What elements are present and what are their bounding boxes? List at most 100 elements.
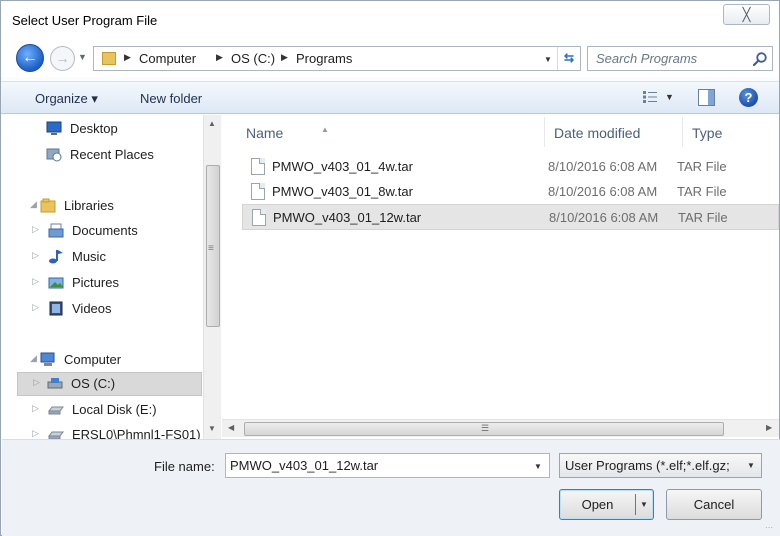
expand-triangle-icon[interactable]: ▷: [32, 403, 39, 414]
documents-icon: [48, 223, 64, 238]
chevron-right-icon[interactable]: ▶: [281, 52, 288, 63]
file-icon: [251, 158, 265, 175]
file-list-hscrollbar[interactable]: ◀ ☰ ▶: [222, 419, 779, 437]
breadcrumb-os-c[interactable]: OS (C:): [231, 51, 275, 66]
file-name-dropdown-icon[interactable]: ▼: [534, 462, 542, 471]
organize-menu[interactable]: Organize ▾: [35, 91, 98, 107]
open-dropdown-icon[interactable]: ▼: [640, 490, 648, 519]
open-button[interactable]: Open ▼: [559, 489, 654, 520]
scroll-grip-icon: ☰: [481, 423, 490, 433]
file-type-select[interactable]: User Programs (*.elf;*.elf.gz; ▼: [559, 453, 762, 478]
view-dropdown-icon[interactable]: ▼: [665, 92, 674, 102]
expand-triangle-icon[interactable]: ▷: [33, 377, 40, 388]
title-bar: Select User Program File ╳: [1, 1, 779, 39]
search-input[interactable]: [588, 47, 746, 70]
dialog-footer: File name: ▼ User Programs (*.elf;*.elf.…: [2, 439, 780, 536]
nav-item-label: Pictures: [72, 275, 119, 290]
libraries-icon: [40, 198, 56, 213]
command-bar: Organize ▾ New folder ▼ ?: [1, 81, 779, 114]
column-header-name[interactable]: Name ▲: [246, 125, 329, 141]
file-row[interactable]: PMWO_v403_01_4w.tar 8/10/2016 6:08 AM TA…: [242, 154, 779, 180]
column-header-date[interactable]: Date modified: [554, 125, 640, 141]
resize-grip-icon[interactable]: ⋯: [765, 523, 773, 532]
nav-item-label: Desktop: [70, 121, 118, 136]
breadcrumb-programs[interactable]: Programs: [296, 51, 352, 66]
close-button[interactable]: ╳: [723, 4, 770, 25]
desktop-icon: [46, 121, 62, 135]
nav-item-videos[interactable]: ▷ Videos: [32, 298, 196, 320]
breadcrumb-computer[interactable]: Computer: [139, 51, 196, 66]
scroll-thumb[interactable]: ☰: [244, 422, 724, 436]
address-row: ← → ▼ ▶ Computer ▶ OS (C:) ▶ Programs ▼ …: [1, 39, 779, 77]
window-title: Select User Program File: [12, 13, 158, 28]
expand-triangle-icon[interactable]: ▷: [32, 224, 39, 235]
scroll-down-arrow-icon[interactable]: ▼: [208, 424, 216, 433]
file-type-value: User Programs (*.elf;*.elf.gz;: [565, 458, 730, 473]
collapse-triangle-icon[interactable]: ◢: [30, 353, 37, 364]
address-dropdown-icon[interactable]: ▼: [544, 55, 552, 64]
nav-item-desktop[interactable]: Desktop: [46, 118, 196, 140]
file-name-label: File name:: [154, 459, 215, 474]
help-icon[interactable]: ?: [739, 88, 758, 107]
nav-item-label: Music: [72, 249, 106, 264]
file-list: Name ▲ Date modified Type PMWO_v403_01_4…: [222, 115, 779, 439]
cancel-button[interactable]: Cancel: [666, 489, 762, 520]
column-divider[interactable]: [682, 117, 683, 147]
search-icon[interactable]: [752, 51, 768, 67]
file-row-selected[interactable]: PMWO_v403_01_12w.tar 8/10/2016 6:08 AM T…: [242, 204, 779, 230]
file-type-dropdown-icon[interactable]: ▼: [747, 461, 755, 470]
navigation-pane: Desktop Recent Places ◢ Libraries ▷ Docu…: [2, 115, 221, 439]
file-type: TAR File: [677, 184, 727, 199]
chevron-right-icon[interactable]: ▶: [216, 52, 223, 63]
collapse-triangle-icon[interactable]: ◢: [30, 199, 37, 210]
file-date: 8/10/2016 6:08 AM: [548, 184, 658, 199]
scroll-left-arrow-icon[interactable]: ◀: [228, 423, 234, 432]
refresh-icon[interactable]: ⇆: [557, 47, 580, 70]
file-name: PMWO_v403_01_8w.tar: [272, 184, 413, 199]
nav-item-label: Computer: [64, 352, 122, 367]
scroll-grip-icon: ≡: [208, 243, 214, 254]
file-date: 8/10/2016 6:08 AM: [549, 210, 659, 225]
computer-icon: [40, 352, 55, 366]
nav-item-label: Libraries: [64, 198, 114, 213]
forward-arrow-icon[interactable]: →: [50, 46, 75, 71]
new-folder-button[interactable]: New folder: [140, 91, 202, 106]
file-type: TAR File: [678, 210, 728, 225]
history-dropdown-icon[interactable]: ▼: [78, 52, 87, 62]
address-bar[interactable]: ▶ Computer ▶ OS (C:) ▶ Programs ▼ ⇆: [93, 46, 581, 71]
nav-item-recent-places[interactable]: Recent Places: [46, 144, 196, 166]
chevron-right-icon[interactable]: ▶: [124, 52, 131, 63]
nav-item-local-disk-e[interactable]: ▷ Local Disk (E:): [32, 399, 196, 421]
nav-item-pictures[interactable]: ▷ Pictures: [32, 272, 196, 294]
music-icon: [49, 250, 63, 264]
folder-icon: [102, 52, 116, 65]
back-arrow-icon[interactable]: ←: [16, 44, 44, 72]
nav-item-os-c[interactable]: ▷ OS (C:): [17, 372, 202, 396]
nav-item-documents[interactable]: ▷ Documents: [32, 220, 196, 242]
scroll-up-arrow-icon[interactable]: ▲: [208, 119, 216, 128]
nav-item-music[interactable]: ▷ Music: [32, 246, 196, 268]
videos-icon: [49, 301, 63, 316]
network-drive-icon: [48, 431, 64, 439]
nav-item-computer[interactable]: ◢ Computer: [30, 349, 196, 371]
view-options-icon[interactable]: [643, 91, 657, 103]
nav-pane-scrollbar[interactable]: ▲ ≡ ▼: [203, 115, 221, 439]
nav-item-label: ERSL0\Phmnl1-FS01): [72, 427, 201, 439]
file-icon: [252, 209, 266, 226]
nav-item-libraries[interactable]: ◢ Libraries: [30, 195, 196, 217]
nav-item-label: Videos: [72, 301, 112, 316]
preview-pane-icon[interactable]: [698, 89, 715, 106]
file-name: PMWO_v403_01_12w.tar: [273, 210, 422, 225]
file-name-input[interactable]: [226, 454, 526, 477]
expand-triangle-icon[interactable]: ▷: [32, 302, 39, 313]
column-header-type[interactable]: Type: [692, 125, 722, 141]
nav-item-label: OS (C:): [71, 376, 116, 391]
column-divider[interactable]: [544, 117, 545, 147]
scroll-right-arrow-icon[interactable]: ▶: [766, 423, 772, 432]
nav-item-network-drive[interactable]: ▷ ERSL0\Phmnl1-FS01): [32, 424, 204, 439]
file-row[interactable]: PMWO_v403_01_8w.tar 8/10/2016 6:08 AM TA…: [242, 179, 779, 205]
pictures-icon: [48, 277, 64, 289]
expand-triangle-icon[interactable]: ▷: [32, 428, 39, 439]
expand-triangle-icon[interactable]: ▷: [32, 276, 39, 287]
expand-triangle-icon[interactable]: ▷: [32, 250, 39, 261]
